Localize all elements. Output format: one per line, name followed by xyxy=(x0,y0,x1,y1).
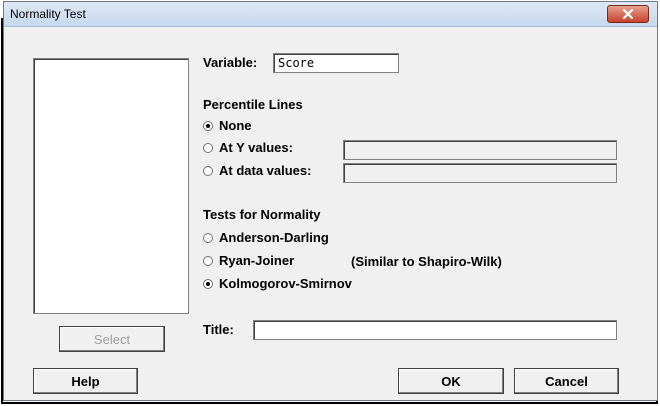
close-button[interactable] xyxy=(607,5,649,23)
radio-at-y-values-button[interactable] xyxy=(203,142,213,153)
radio-kolmogorov-smirnov[interactable]: Kolmogorov-Smirnov xyxy=(203,276,352,291)
variable-label: Variable: xyxy=(203,55,258,70)
cancel-button[interactable]: Cancel xyxy=(514,368,619,394)
radio-kolmogorov-smirnov-button[interactable] xyxy=(203,278,213,289)
radio-ryan-joiner-label: Ryan-Joiner xyxy=(219,253,295,268)
radio-none-button[interactable] xyxy=(203,120,213,131)
radio-at-y-values[interactable]: At Y values: xyxy=(203,140,293,155)
window-title: Normality Test xyxy=(10,7,86,21)
dialog-body: Variable: Score Percentile Lines None At… xyxy=(4,27,657,400)
title-bar: Normality Test xyxy=(4,2,657,27)
radio-anderson-darling-button[interactable] xyxy=(203,232,213,243)
tests-heading: Tests for Normality xyxy=(203,207,321,222)
radio-none-label: None xyxy=(219,118,252,133)
radio-at-y-values-label: At Y values: xyxy=(219,140,293,155)
radio-kolmogorov-smirnov-label: Kolmogorov-Smirnov xyxy=(219,276,352,291)
radio-anderson-darling[interactable]: Anderson-Darling xyxy=(203,230,329,245)
ryan-joiner-note: (Similar to Shapiro-Wilk) xyxy=(351,254,502,269)
radio-none[interactable]: None xyxy=(203,118,252,133)
radio-ryan-joiner-button[interactable] xyxy=(203,255,213,266)
radio-ryan-joiner[interactable]: Ryan-Joiner xyxy=(203,253,294,268)
variables-listbox[interactable] xyxy=(33,58,189,314)
radio-anderson-darling-label: Anderson-Darling xyxy=(219,230,329,245)
close-icon xyxy=(622,9,634,19)
radio-at-data-values-label: At data values: xyxy=(219,163,312,178)
radio-at-data-values-button[interactable] xyxy=(203,165,213,176)
help-button[interactable]: Help xyxy=(33,368,138,394)
at-data-values-input[interactable] xyxy=(343,163,617,183)
normality-test-dialog: Normality Test Variable: Score Percentil… xyxy=(3,1,658,401)
title-label: Title: xyxy=(203,322,234,337)
ok-button[interactable]: OK xyxy=(398,368,504,394)
radio-at-data-values[interactable]: At data values: xyxy=(203,163,311,178)
title-input[interactable] xyxy=(253,320,617,340)
percentile-lines-heading: Percentile Lines xyxy=(203,97,303,112)
select-button[interactable]: Select xyxy=(59,326,165,352)
variable-input[interactable]: Score xyxy=(273,53,399,73)
at-y-values-input[interactable] xyxy=(343,140,617,160)
